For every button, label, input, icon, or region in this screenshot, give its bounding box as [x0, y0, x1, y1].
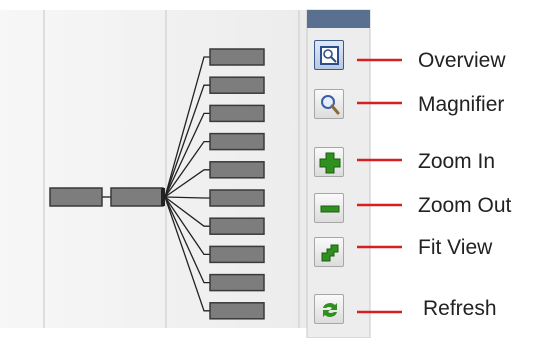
child-node [209, 273, 265, 292]
child-node [209, 217, 265, 235]
callout-zoom-in: Zoom In [418, 150, 496, 173]
child-node [209, 189, 265, 207]
fit-view-icon [321, 244, 339, 262]
root-node [49, 187, 103, 207]
overview-button[interactable] [314, 40, 344, 70]
fit-view-button[interactable] [314, 237, 344, 267]
child-node [209, 245, 265, 264]
overview-icon [320, 46, 339, 65]
callout-magnifier: Magnifier [418, 93, 505, 116]
magnifier-button[interactable] [314, 89, 344, 119]
callout-refresh: Refresh [423, 297, 497, 320]
node-port [161, 188, 165, 206]
child-node [209, 104, 265, 123]
zoom-out-icon [320, 205, 340, 213]
callout-overview: Overview [418, 49, 506, 72]
child-node [209, 76, 265, 94]
toolbar-header [307, 10, 370, 28]
parent-node [110, 187, 164, 207]
callout-fit-view: Fit View [418, 236, 493, 259]
refresh-icon [323, 303, 337, 317]
callout-zoom-out: Zoom Out [418, 194, 512, 217]
magnifier-icon [321, 95, 340, 115]
zoom-in-icon [319, 152, 341, 174]
child-node [209, 48, 265, 66]
zoom-in-button[interactable] [314, 147, 344, 177]
child-node [209, 302, 265, 320]
refresh-button[interactable] [314, 294, 344, 324]
child-node [209, 132, 265, 151]
child-node [209, 161, 265, 179]
zoom-out-button[interactable] [314, 193, 344, 223]
